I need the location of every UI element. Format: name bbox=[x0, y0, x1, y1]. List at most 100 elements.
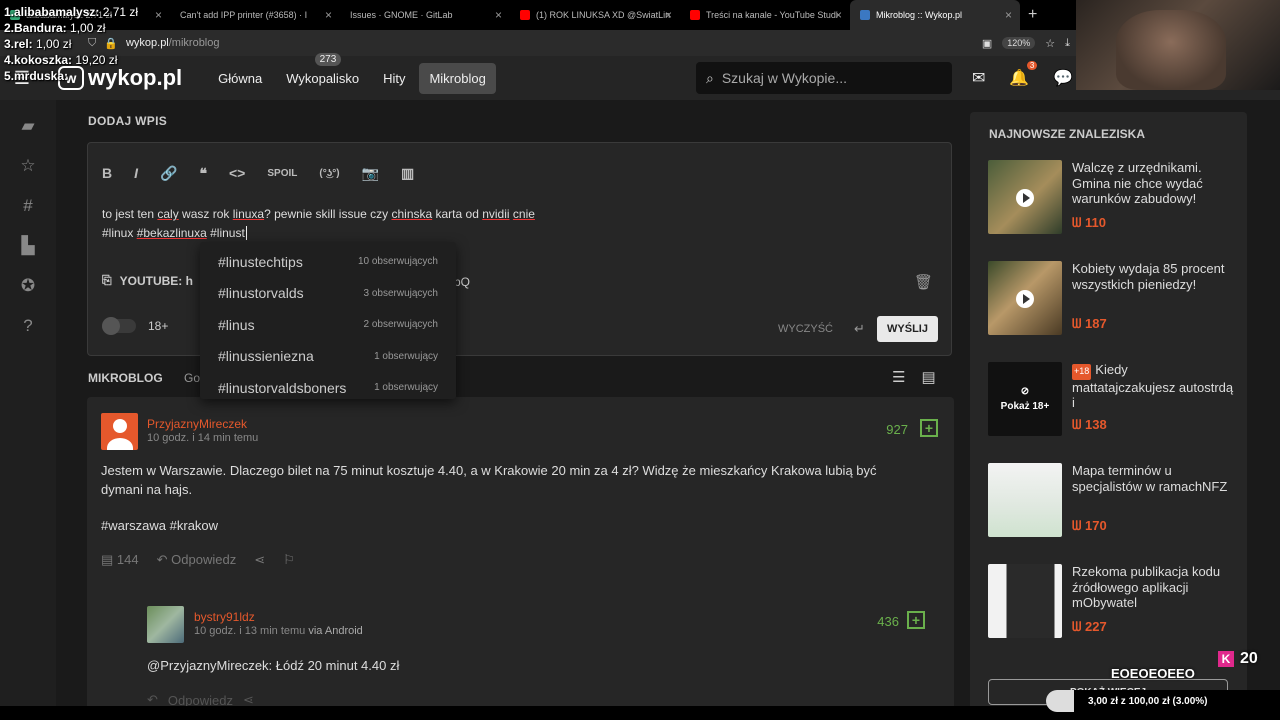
compact-view-icon[interactable]: ▤ bbox=[921, 368, 935, 386]
reply-button[interactable]: ↶ Odpowiedz bbox=[157, 552, 237, 568]
star-icon[interactable]: ☆ bbox=[20, 156, 35, 176]
notification-count-badge: 3 bbox=[1026, 61, 1038, 70]
clear-button[interactable]: WYCZYŚĆ bbox=[778, 323, 833, 335]
link-item[interactable]: Kobiety wydaja 85 procent wszystkich pie… bbox=[988, 261, 1238, 336]
hashtag-icon[interactable]: # bbox=[23, 196, 32, 216]
close-icon[interactable]: × bbox=[835, 8, 842, 22]
search-input[interactable]: ⌕ Szukaj w Wykopie... bbox=[696, 62, 952, 94]
italic-button[interactable]: I bbox=[134, 165, 138, 181]
fire-icon: ᗯ bbox=[1072, 619, 1082, 634]
close-icon[interactable]: × bbox=[1005, 8, 1012, 22]
close-icon[interactable]: × bbox=[495, 8, 502, 22]
poll-icon[interactable]: ▥ bbox=[401, 165, 414, 182]
link-item[interactable]: Mapa terminów u specjalistów w ramachNFZ… bbox=[988, 463, 1238, 538]
browser-tab[interactable]: Treści na kanale - YouTube Studi × bbox=[680, 0, 850, 30]
spoiler-button[interactable]: SPOIL bbox=[267, 168, 297, 179]
tag-suggestion[interactable]: #linustorvaldsboners 1 obserwujący bbox=[200, 372, 456, 404]
fire-icon: ᗯ bbox=[1072, 518, 1082, 533]
tag-suggestion[interactable]: #linus 2 obserwujących bbox=[200, 309, 456, 341]
share-icon[interactable]: ⋖ bbox=[254, 552, 265, 568]
comments-button[interactable]: ▤ 144 bbox=[101, 552, 139, 568]
close-icon[interactable]: × bbox=[155, 8, 162, 22]
link-item[interactable]: Walczę z urzędnikami. Gmina nie chce wyd… bbox=[988, 160, 1238, 235]
new-tab-button[interactable]: + bbox=[1028, 6, 1037, 24]
lenny-face-button[interactable]: (°͜ʖ°) bbox=[319, 168, 339, 179]
nav-mikroblog[interactable]: Mikroblog bbox=[419, 62, 496, 94]
goal-progress-fill bbox=[1046, 690, 1075, 712]
link-thumbnail[interactable] bbox=[988, 261, 1062, 335]
link-icon[interactable]: 🔗 bbox=[160, 165, 177, 182]
help-icon[interactable]: ? bbox=[23, 316, 32, 336]
send-button[interactable]: WYŚLIJ bbox=[877, 316, 938, 342]
nav-wykopalisko[interactable]: Wykopalisko 273 bbox=[276, 52, 369, 94]
avatar[interactable] bbox=[101, 413, 138, 450]
entry-author[interactable]: PrzyjaznyMireczek bbox=[147, 417, 247, 431]
link-title[interactable]: Kobiety wydaja 85 procent wszystkich pie… bbox=[1072, 261, 1234, 292]
header-icons: ✉ 🔔 3 💬 bbox=[972, 61, 1073, 88]
link-thumbnail[interactable] bbox=[988, 160, 1062, 234]
upvote-button[interactable]: + bbox=[907, 611, 925, 629]
entry-tags[interactable]: #warszawa #krakow bbox=[101, 518, 218, 533]
link-title[interactable]: Mapa terminów u specjalistów w ramachNFZ bbox=[1072, 463, 1234, 494]
browser-tab[interactable]: Can't add IPP printer (#3658) · I × bbox=[170, 0, 340, 30]
link-item[interactable]: Rzekoma publikacja kodu źródłowego aplik… bbox=[988, 564, 1238, 639]
reply-icon: ↶ bbox=[156, 552, 168, 567]
left-rail: ▰ ☆ # ▙ ✪ ? bbox=[0, 100, 56, 720]
link-thumbnail[interactable] bbox=[988, 463, 1062, 537]
enter-icon: ↵ bbox=[854, 321, 865, 336]
mikroblog-sort-tab[interactable]: Go bbox=[184, 371, 200, 385]
reply-time: 10 godz. i 13 min temu via Android bbox=[194, 625, 363, 637]
trash-icon[interactable]: 🗑 bbox=[914, 273, 933, 291]
favorite-icon[interactable]: ⚐ bbox=[283, 552, 295, 568]
browser-tab[interactable]: Issues · GNOME · GitLab × bbox=[340, 0, 510, 30]
bookmark-star-icon[interactable]: ☆ bbox=[1045, 37, 1055, 50]
quote-icon[interactable]: ❝ bbox=[199, 165, 207, 182]
link-title[interactable]: +18 Kiedy mattatajczakujesz autostrdą i bbox=[1072, 362, 1234, 411]
nav-hity[interactable]: Hity bbox=[373, 63, 415, 94]
close-icon[interactable]: × bbox=[665, 8, 672, 22]
camera-icon[interactable]: 📷 bbox=[362, 165, 379, 182]
adult-toggle[interactable] bbox=[102, 317, 136, 335]
kick-viewer-count: K 20 bbox=[1218, 650, 1258, 668]
browser-tab[interactable]: (1) ROK LINUKSA XD @SwiatLin × bbox=[510, 0, 680, 30]
chat-icon[interactable]: 💬 bbox=[1053, 68, 1073, 88]
medal-icon[interactable]: ✪ bbox=[21, 276, 35, 296]
bold-button[interactable]: B bbox=[102, 165, 112, 181]
nav-glowna[interactable]: Główna bbox=[208, 63, 272, 94]
link-score: ᗯ 110 bbox=[1072, 215, 1106, 230]
code-icon[interactable]: <> bbox=[229, 165, 245, 181]
webcam-overlay bbox=[1076, 0, 1280, 90]
link-title[interactable]: Walczę z urzędnikami. Gmina nie chce wyd… bbox=[1072, 160, 1234, 207]
entry-textarea[interactable]: to jest ten caly wasz rok linuxa? pewnie… bbox=[102, 205, 535, 243]
reply-author[interactable]: bystry91ldz bbox=[194, 610, 255, 624]
newest-links-sidebar: NAJNOWSZE ZNALEZISKA Walczę z urzędnikam… bbox=[970, 112, 1247, 720]
link-item[interactable]: ⊘ Pokaż 18+ +18 Kiedy mattatajczakujesz au… bbox=[988, 362, 1238, 437]
tag-suggestion[interactable]: #linussieniezna 1 obserwujący bbox=[200, 341, 456, 373]
main-nav: Główna Wykopalisko 273 Hity Mikroblog bbox=[208, 52, 496, 94]
mail-icon[interactable]: ✉ bbox=[972, 68, 985, 88]
wykop-home-icon[interactable]: ▰ bbox=[21, 116, 34, 136]
avatar[interactable] bbox=[147, 606, 184, 643]
link-thumbnail[interactable] bbox=[988, 564, 1062, 638]
browser-tab-active[interactable]: Mikroblog :: Wykop.pl × bbox=[850, 0, 1020, 30]
url-field[interactable]: wykop.pl/mikroblog bbox=[126, 37, 220, 49]
entry-actions: ▤ 144 ↶ Odpowiedz ⋖ ⚐ bbox=[101, 552, 295, 568]
bell-icon[interactable]: 🔔 3 bbox=[1009, 61, 1038, 88]
link-thumbnail[interactable]: ⊘ Pokaż 18+ bbox=[988, 362, 1062, 436]
link-title[interactable]: Rzekoma publikacja kodu źródłowego aplik… bbox=[1072, 564, 1234, 611]
list-view-icon[interactable]: ☰ bbox=[892, 368, 905, 386]
upvote-button[interactable]: + bbox=[920, 419, 938, 437]
download-icon[interactable]: ⤓ bbox=[1065, 37, 1070, 50]
entry-time: 10 godz. i 14 min temu bbox=[147, 432, 259, 444]
nsfw-overlay[interactable]: ⊘ Pokaż 18+ bbox=[988, 362, 1062, 436]
reply-body: @PrzyjaznyMireczek: Łódź 20 minut 4.40 z… bbox=[147, 658, 400, 673]
tag-suggestions: #linustechtips 10 obserwujących #linustor… bbox=[200, 242, 456, 399]
tag-suggestion[interactable]: #linustorvalds 3 obserwujących bbox=[200, 278, 456, 310]
reader-mode-icon[interactable]: ▣ bbox=[982, 37, 992, 50]
close-icon[interactable]: × bbox=[325, 8, 332, 22]
wykop-favicon-icon bbox=[860, 10, 870, 20]
ranking-icon[interactable]: ▙ bbox=[21, 236, 34, 256]
editor-toolbar: B I 🔗 ❝ <> SPOIL (°͜ʖ°) 📷 ▥ bbox=[88, 143, 951, 189]
zoom-level[interactable]: 120% bbox=[1002, 37, 1036, 49]
tag-suggestion[interactable]: #linustechtips 10 obserwujących bbox=[200, 246, 456, 278]
